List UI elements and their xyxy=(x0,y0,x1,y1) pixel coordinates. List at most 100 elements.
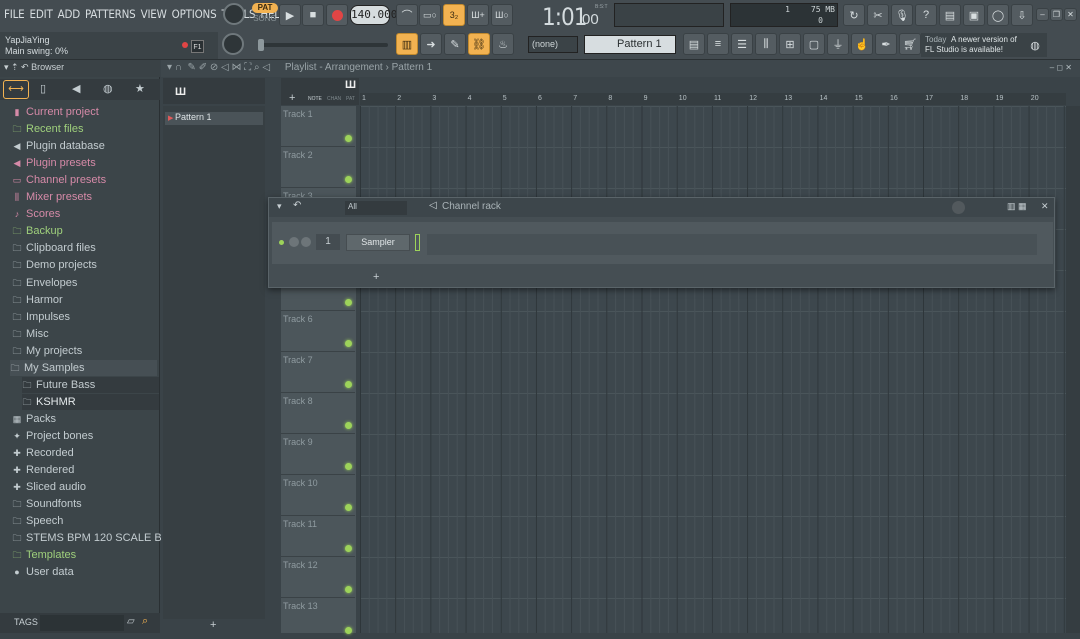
metronome-button[interactable]: ⌒ xyxy=(396,4,418,26)
piano-roll-icon[interactable]: ▥ xyxy=(396,33,418,55)
track-led[interactable] xyxy=(345,463,352,470)
menu-arrow-icon[interactable]: ▾ xyxy=(277,201,282,212)
playlist-icon[interactable]: ▤ xyxy=(683,33,705,55)
all-tab[interactable]: ⟷ xyxy=(3,80,29,99)
channel-rack-icon[interactable]: ☰ xyxy=(731,33,753,55)
browser-item[interactable]: ▦ Packs xyxy=(12,411,56,427)
browser-item[interactable]: ✚ Recorded xyxy=(12,445,73,461)
browser-item[interactable]: 🗀︎ My Samples xyxy=(10,359,157,376)
track-led[interactable] xyxy=(345,340,352,347)
track-led[interactable] xyxy=(345,381,352,388)
track-led[interactable] xyxy=(345,135,352,142)
channel-vol-knob[interactable] xyxy=(301,237,311,247)
play-button[interactable]: ▶ xyxy=(279,4,301,26)
window-controls[interactable]: – ◻ ✕ xyxy=(1050,63,1072,72)
tempo-display[interactable]: 140.000 xyxy=(350,5,397,25)
countdown-button[interactable]: 3₂ xyxy=(443,4,465,26)
menu-file[interactable]: FILE xyxy=(4,7,25,21)
record-button[interactable] xyxy=(326,4,348,26)
browser-item[interactable]: ⫼ Mixer presets xyxy=(12,189,92,205)
browser-item[interactable]: 🗀︎ Clipboard files xyxy=(12,240,95,256)
track-header[interactable]: Track 7 xyxy=(281,352,355,393)
piano-mode-icon[interactable]: Ш xyxy=(345,79,356,91)
help-icon[interactable]: ? xyxy=(915,4,937,26)
browser-item[interactable]: 🗀︎ Recent files xyxy=(12,121,83,137)
channel-pan-knob[interactable] xyxy=(289,237,299,247)
track-header[interactable]: Track 2 xyxy=(281,147,355,188)
step-area[interactable] xyxy=(427,234,1037,255)
stop-button[interactable]: ■ xyxy=(302,4,324,26)
browser-item[interactable]: 🗀︎ KSHMR xyxy=(22,393,159,410)
favorites-tab[interactable]: ★ xyxy=(135,82,145,95)
track-led[interactable] xyxy=(345,504,352,511)
browser-item[interactable]: 🗀︎ Backup xyxy=(12,223,62,239)
loop-record-button[interactable]: Ш○ xyxy=(491,4,513,26)
swing-knob[interactable] xyxy=(952,201,965,214)
browser-item[interactable]: 🗀︎ Speech xyxy=(12,513,63,529)
rack-options-icon[interactable]: ▥ ▦ xyxy=(1007,201,1027,212)
pattern-select[interactable]: Pattern 1 xyxy=(584,35,676,54)
add-channel-button[interactable]: + xyxy=(373,271,379,283)
pat-song-toggle[interactable]: PAT SONG xyxy=(252,3,278,25)
stamp-icon[interactable]: ♨ xyxy=(492,33,514,55)
channel-select-indicator[interactable] xyxy=(415,234,420,251)
browser-item[interactable]: 🗀︎ Soundfonts xyxy=(12,496,81,512)
track-header[interactable]: Track 10 xyxy=(281,475,355,516)
globe-icon[interactable]: ◍ xyxy=(1024,34,1046,56)
main-pitch-slider[interactable] xyxy=(258,39,388,51)
browser-item[interactable]: ● User data xyxy=(12,564,73,580)
browser-item[interactable]: 🗀︎ Impulses xyxy=(12,309,70,325)
track-header[interactable]: Track 9 xyxy=(281,434,355,475)
track-led[interactable] xyxy=(345,176,352,183)
timeline-ruler[interactable]: 1 2 3 4 5 6 7 8 9 10 11 12 13 14 15 16 17 18 19 20 xyxy=(360,93,1066,105)
close-icon[interactable]: ✕ xyxy=(1064,8,1077,21)
cut-icon[interactable]: ✂ xyxy=(867,4,889,26)
master-pitch-knob[interactable] xyxy=(223,3,245,25)
browser-item[interactable]: ▭ Channel presets xyxy=(12,172,106,188)
browser-item[interactable]: ▮ Current project xyxy=(12,104,99,120)
plugins-tab[interactable]: ◀ xyxy=(72,82,80,95)
plugin-icon[interactable]: ▣ xyxy=(963,4,985,26)
track-header[interactable]: Track 12 xyxy=(281,557,355,598)
chat-icon[interactable]: ◯ xyxy=(987,4,1009,26)
track-header[interactable]: Track 1 xyxy=(281,106,355,147)
mic-icon[interactable]: 🎙︎ xyxy=(891,4,913,26)
playlist-tools[interactable]: ▾ ∩ ✎ ✐ ⊘ ◁ ⋈ ⛶ ⌕ ◁ xyxy=(167,62,270,73)
slider-thumb[interactable] xyxy=(258,39,264,51)
browser-item[interactable]: ✚ Rendered xyxy=(12,462,74,478)
browser-item[interactable]: 🗀︎ Harmor xyxy=(12,292,62,308)
track-header[interactable]: Track 11 xyxy=(281,516,355,557)
group-filter-select[interactable]: All xyxy=(345,201,407,215)
browser-item[interactable]: 🗀︎ My projects xyxy=(12,343,82,359)
mixer-track-number[interactable]: 1 xyxy=(316,234,340,250)
rack-close-icon[interactable]: ✕ xyxy=(1041,201,1049,212)
restore-icon[interactable]: ❐ xyxy=(1050,8,1063,21)
tree-icon[interactable]: ⊞ xyxy=(779,33,801,55)
channel-led[interactable] xyxy=(279,240,284,245)
add-pattern-button[interactable]: + xyxy=(210,619,216,631)
browser-item[interactable]: 🗀︎ Envelopes xyxy=(12,275,77,291)
link-icon[interactable]: ⛓ xyxy=(468,33,490,55)
menu-add[interactable]: ADD xyxy=(58,7,81,21)
minimize-icon[interactable]: – xyxy=(1036,8,1049,21)
tool-icon[interactable]: ✒ xyxy=(875,33,897,55)
browser-item[interactable]: ✦ Project bones xyxy=(12,428,93,444)
track-led[interactable] xyxy=(345,422,352,429)
files-tab[interactable]: ▯ xyxy=(40,82,46,95)
tags-input[interactable] xyxy=(40,615,124,631)
vertical-scrollbar[interactable] xyxy=(1066,106,1080,633)
plug-icon[interactable]: ⏚ xyxy=(827,33,849,55)
wait-input-button[interactable]: ▭○ xyxy=(419,4,441,26)
undo-icon[interactable]: ↻ xyxy=(843,4,865,26)
paint-icon[interactable]: ✎ xyxy=(444,33,466,55)
track-header[interactable]: Track 8 xyxy=(281,393,355,434)
track-led[interactable] xyxy=(345,586,352,593)
mixer-icon[interactable]: ⫼ xyxy=(755,33,777,55)
menu-edit[interactable]: EDIT xyxy=(30,7,53,21)
menu-patterns[interactable]: PATTERNS xyxy=(85,7,136,21)
undo-arrow-icon[interactable]: ↶ xyxy=(293,200,301,211)
channel-name-button[interactable]: Sampler xyxy=(346,234,410,251)
menu-options[interactable]: OPTIONS xyxy=(172,7,217,21)
menu-view[interactable]: VIEW xyxy=(141,7,167,21)
main-volume-knob[interactable] xyxy=(222,33,244,55)
